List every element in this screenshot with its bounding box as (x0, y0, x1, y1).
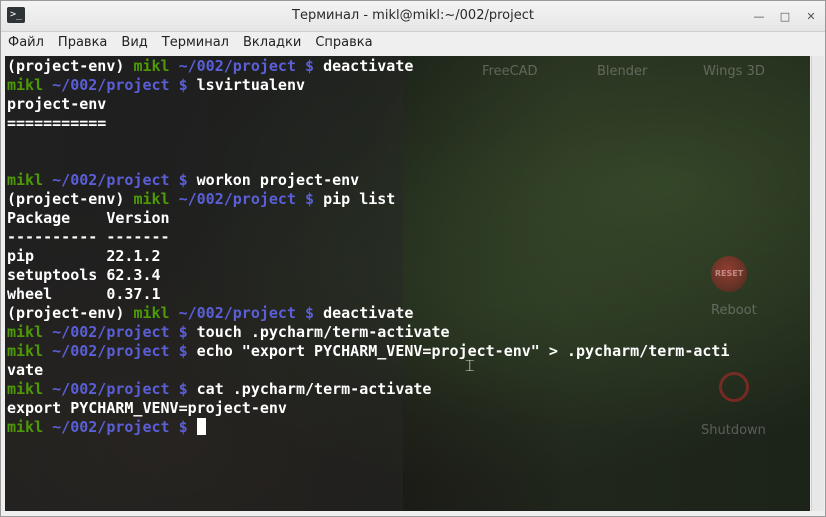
terminal-line: mikl ~/002/project $ echo "export PYCHAR… (7, 342, 729, 361)
output-text: wheel 0.37.1 (7, 285, 161, 303)
prompt-path: ~/002/project (52, 76, 170, 94)
prompt-path: ~/002/project (52, 323, 170, 341)
text-cursor-icon: ⌶ (465, 356, 475, 375)
prompt-user: mikl (7, 171, 44, 189)
output-text: vate (7, 361, 44, 379)
menu-terminal[interactable]: Терминал (155, 32, 236, 54)
menu-tabs[interactable]: Вкладки (236, 32, 308, 54)
command-text: lsvirtualenv (196, 76, 306, 94)
prompt-dollar: $ (305, 190, 315, 208)
menu-help[interactable]: Справка (308, 32, 379, 54)
terminal-line: project-env (7, 95, 729, 114)
prompt-user: mikl (7, 323, 44, 341)
terminal-line: mikl ~/002/project $ (7, 418, 729, 437)
prompt-dollar: $ (178, 171, 188, 189)
terminal-line: mikl ~/002/project $ cat .pycharm/term-a… (7, 380, 729, 399)
menu-view[interactable]: Вид (114, 32, 154, 54)
scrollbar[interactable] (811, 56, 824, 511)
output-text: Package Version (7, 209, 170, 227)
terminal-line: wheel 0.37.1 (7, 285, 729, 304)
title-bar[interactable]: >_ Терминал - mikl@mikl:~/002/project — … (1, 1, 825, 32)
prompt-user: mikl (133, 57, 170, 75)
window-controls: — □ ✕ (751, 8, 819, 24)
maximize-icon[interactable]: □ (777, 8, 793, 24)
block-cursor (196, 418, 206, 435)
prompt-dollar: $ (178, 380, 188, 398)
venv-prefix: (project-env) (7, 304, 125, 322)
terminal-line: pip 22.1.2 (7, 247, 729, 266)
prompt-path: ~/002/project (178, 57, 296, 75)
terminal-line: (project-env) mikl ~/002/project $ deact… (7, 304, 729, 323)
terminal-area[interactable]: FreeCAD Blender Wings 3D RESET Reboot Sh… (5, 56, 810, 511)
command-text: workon project-env (196, 171, 360, 189)
prompt-user: mikl (133, 304, 170, 322)
prompt-path: ~/002/project (52, 171, 170, 189)
output-text: export PYCHARM_VENV=project-env (7, 399, 287, 417)
terminal-line: mikl ~/002/project $ touch .pycharm/term… (7, 323, 729, 342)
output-text: setuptools 62.3.4 (7, 266, 161, 284)
terminal-window: >_ Терминал - mikl@mikl:~/002/project — … (0, 0, 826, 517)
prompt-user: mikl (133, 190, 170, 208)
output-text: =========== (7, 114, 107, 132)
prompt-user: mikl (7, 418, 44, 436)
prompt-dollar: $ (178, 342, 188, 360)
terminal-output: (project-env) mikl ~/002/project $ deact… (7, 57, 729, 437)
menu-file[interactable]: Файл (1, 32, 51, 54)
menu-bar: Файл Правка Вид Терминал Вкладки Справка (1, 32, 825, 54)
command-text: deactivate (323, 304, 414, 322)
terminal-line: Package Version (7, 209, 729, 228)
minimize-icon[interactable]: — (751, 8, 767, 24)
terminal-line: mikl ~/002/project $ workon project-env (7, 171, 729, 190)
venv-prefix: (project-env) (7, 190, 125, 208)
close-icon[interactable]: ✕ (803, 8, 819, 24)
command-text: cat .pycharm/term-activate (196, 380, 432, 398)
prompt-dollar: $ (305, 304, 315, 322)
menu-edit[interactable]: Правка (51, 32, 114, 54)
prompt-dollar: $ (178, 323, 188, 341)
venv-prefix: (project-env) (7, 57, 125, 75)
prompt-path: ~/002/project (52, 418, 170, 436)
prompt-path: ~/002/project (52, 380, 170, 398)
terminal-line: (project-env) mikl ~/002/project $ deact… (7, 57, 729, 76)
output-text: pip 22.1.2 (7, 247, 161, 265)
prompt-path: ~/002/project (178, 190, 296, 208)
command-text: pip list (323, 190, 396, 208)
output-text: ---------- ------- (7, 228, 170, 246)
prompt-user: mikl (7, 76, 44, 94)
prompt-user: mikl (7, 342, 44, 360)
output-text: project-env (7, 95, 107, 113)
prompt-path: ~/002/project (52, 342, 170, 360)
terminal-line: ---------- ------- (7, 228, 729, 247)
terminal-line: mikl ~/002/project $ lsvirtualenv (7, 76, 729, 95)
prompt-user: mikl (7, 380, 44, 398)
terminal-line: (project-env) mikl ~/002/project $ pip l… (7, 190, 729, 209)
terminal-line: vate (7, 361, 729, 380)
prompt-path: ~/002/project (178, 304, 296, 322)
window-title: Терминал - mikl@mikl:~/002/project (292, 8, 534, 23)
prompt-dollar: $ (178, 418, 188, 436)
terminal-line: =========== (7, 114, 729, 133)
terminal-line: setuptools 62.3.4 (7, 266, 729, 285)
prompt-dollar: $ (178, 76, 188, 94)
prompt-dollar: $ (305, 57, 315, 75)
command-text: deactivate (323, 57, 414, 75)
command-text: echo "export PYCHARM_VENV=project-env" >… (196, 342, 730, 360)
terminal-line: export PYCHARM_VENV=project-env (7, 399, 729, 418)
command-text: touch .pycharm/term-activate (196, 323, 450, 341)
